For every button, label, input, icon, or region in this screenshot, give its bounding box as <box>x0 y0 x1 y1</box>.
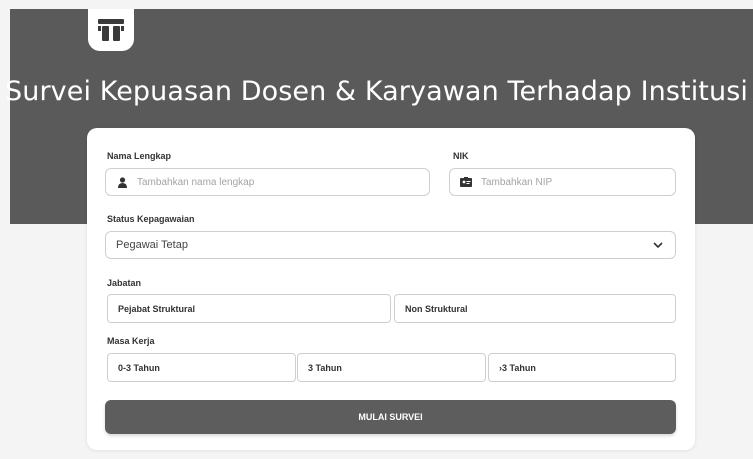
survey-form-card: Nama Lengkap Tambahkan nama lengkap NIK … <box>87 128 695 450</box>
id-card-icon <box>460 176 472 188</box>
status-select[interactable]: Pegawai Tetap <box>105 231 676 259</box>
jabatan-option-struktural[interactable]: Pejabat Struktural <box>107 294 391 323</box>
start-survey-button[interactable]: MULAI SURVEI <box>105 400 676 434</box>
nik-label: NIK <box>453 151 469 161</box>
nik-field[interactable]: Tambahkan NIP <box>449 168 676 196</box>
chevron-down-icon <box>653 239 665 251</box>
page-title: Survei Kepuasan Dosen & Karyawan Terhada… <box>5 76 748 107</box>
jabatan-label: Jabatan <box>107 278 142 288</box>
institution-logo-icon <box>98 19 124 41</box>
logo <box>88 9 134 51</box>
jabatan-option-non-struktural[interactable]: Non Struktural <box>394 294 676 323</box>
masa-kerja-option-3[interactable]: 3 Tahun <box>297 353 486 382</box>
nama-field[interactable]: Tambahkan nama lengkap <box>105 168 430 196</box>
user-icon <box>116 176 128 188</box>
status-label: Status Kepagawaian <box>107 214 195 224</box>
status-selected-value: Pegawai Tetap <box>116 239 188 251</box>
masa-kerja-label: Masa Kerja <box>107 336 155 346</box>
masa-kerja-option-more-3[interactable]: ›3 Tahun <box>488 353 676 382</box>
nama-label: Nama Lengkap <box>107 151 172 161</box>
nama-placeholder: Tambahkan nama lengkap <box>137 176 255 188</box>
masa-kerja-option-0-3[interactable]: 0-3 Tahun <box>107 353 296 382</box>
nik-placeholder: Tambahkan NIP <box>481 176 553 188</box>
